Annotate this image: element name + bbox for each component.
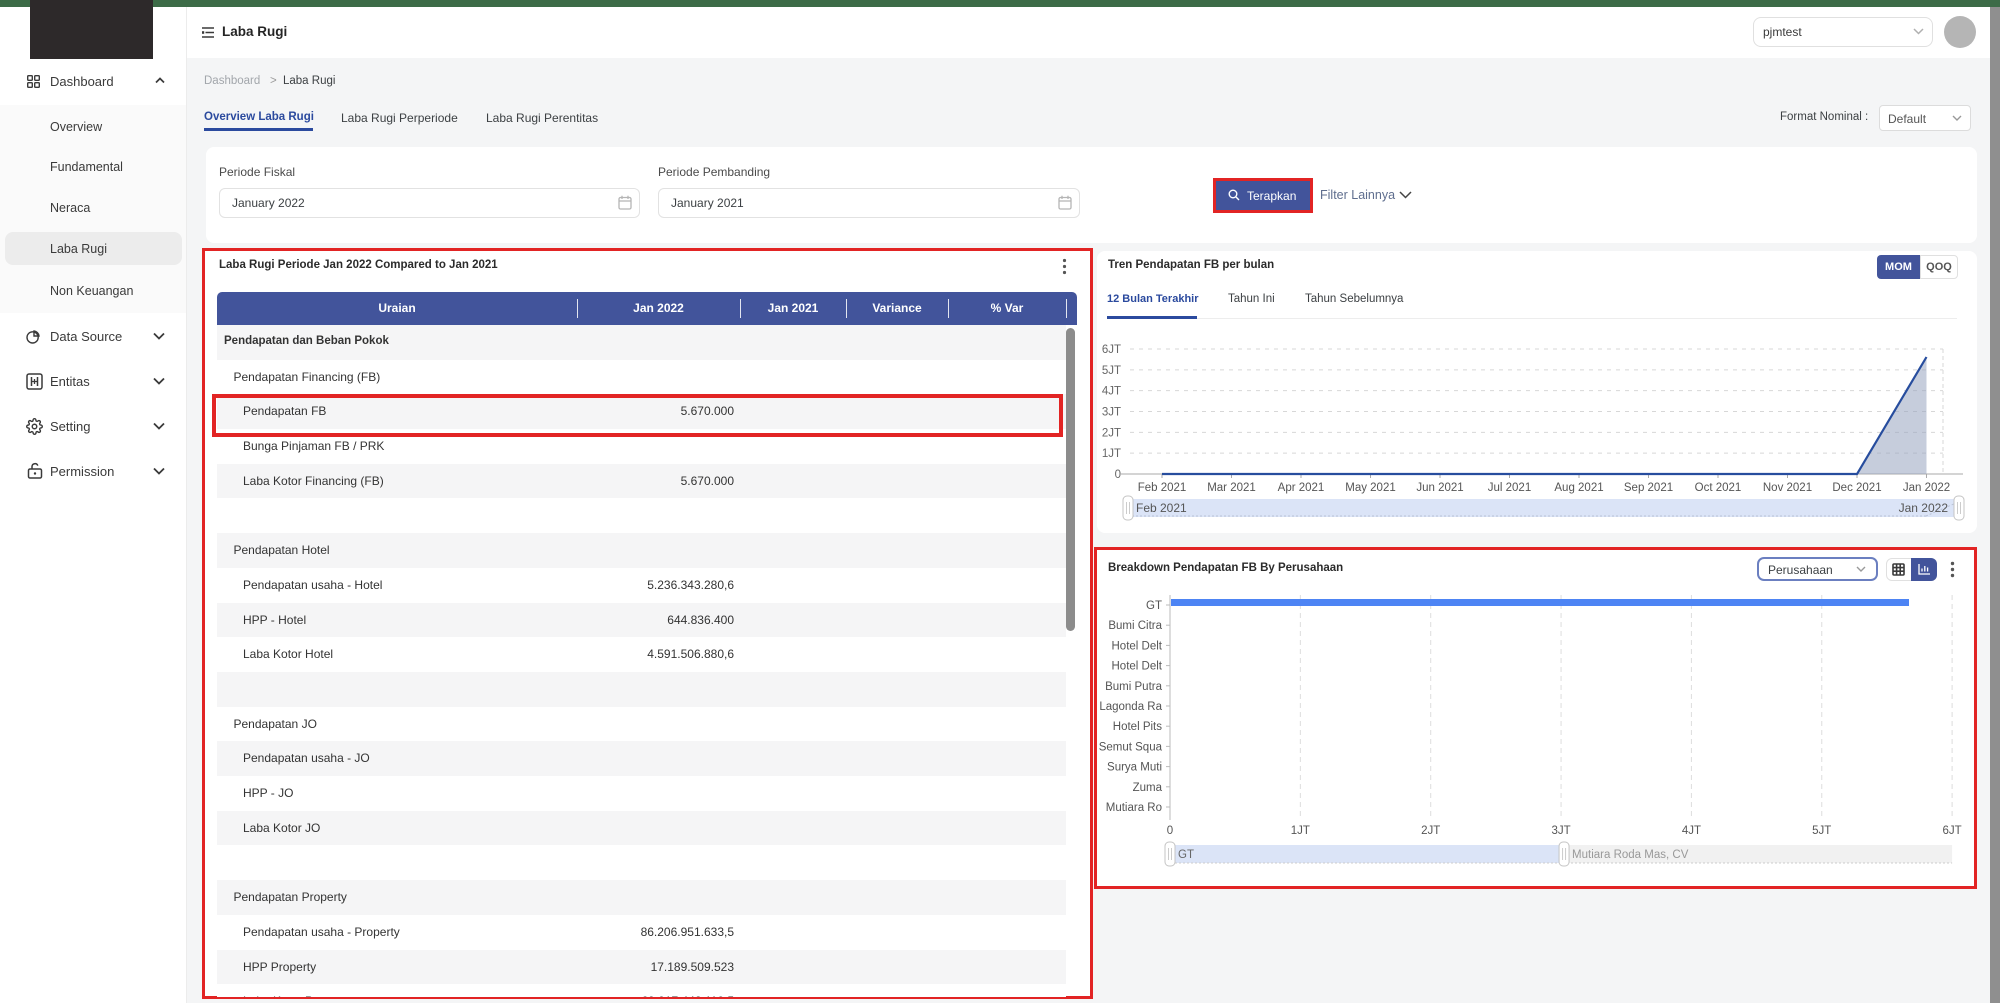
svg-text:Jun 2021: Jun 2021 (1416, 482, 1463, 494)
svg-text:Mutiara Roda Mas, CV: Mutiara Roda Mas, CV (1572, 849, 1689, 861)
svg-text:Dec 2021: Dec 2021 (1832, 482, 1881, 494)
svg-text:Lagonda Ra: Lagonda Ra (1099, 701, 1162, 713)
svg-text:6JT: 6JT (1943, 825, 1962, 837)
svg-text:Mar 2021: Mar 2021 (1207, 482, 1256, 494)
svg-text:1JT: 1JT (1102, 448, 1121, 460)
svg-text:3JT: 3JT (1551, 825, 1570, 837)
svg-text:Bumi Citra: Bumi Citra (1108, 620, 1162, 632)
svg-text:GT: GT (1178, 849, 1194, 861)
svg-text:Semut Squa: Semut Squa (1099, 741, 1163, 753)
svg-text:Apr 2021: Apr 2021 (1278, 482, 1325, 494)
svg-text:Surya Muti: Surya Muti (1107, 762, 1162, 774)
svg-text:Mutiara Ro: Mutiara Ro (1106, 802, 1162, 814)
svg-text:Jan 2022: Jan 2022 (1903, 482, 1950, 494)
svg-text:Jan 2022: Jan 2022 (1899, 501, 1949, 515)
svg-text:Oct 2021: Oct 2021 (1695, 482, 1742, 494)
svg-text:Bumi Putra: Bumi Putra (1105, 681, 1162, 693)
svg-text:Nov 2021: Nov 2021 (1763, 482, 1812, 494)
svg-text:2JT: 2JT (1102, 427, 1121, 439)
svg-text:GT: GT (1146, 600, 1162, 612)
svg-text:5JT: 5JT (1102, 365, 1121, 377)
svg-text:Hotel Delt: Hotel Delt (1112, 661, 1163, 673)
svg-text:Aug 2021: Aug 2021 (1554, 482, 1603, 494)
svg-text:Jul 2021: Jul 2021 (1488, 482, 1531, 494)
svg-text:5JT: 5JT (1812, 825, 1831, 837)
svg-text:4JT: 4JT (1682, 825, 1701, 837)
svg-text:4JT: 4JT (1102, 386, 1121, 398)
svg-text:3JT: 3JT (1102, 407, 1121, 419)
svg-text:May 2021: May 2021 (1345, 482, 1396, 494)
svg-text:Zuma: Zuma (1133, 782, 1163, 794)
svg-text:0: 0 (1167, 825, 1173, 837)
svg-text:2JT: 2JT (1421, 825, 1440, 837)
svg-text:Feb 2021: Feb 2021 (1136, 501, 1187, 515)
svg-text:Sep 2021: Sep 2021 (1624, 482, 1673, 494)
svg-text:6JT: 6JT (1102, 344, 1121, 356)
svg-text:Feb 2021: Feb 2021 (1138, 482, 1187, 494)
svg-text:1JT: 1JT (1291, 825, 1310, 837)
svg-text:Hotel Delt: Hotel Delt (1112, 640, 1163, 652)
svg-text:0: 0 (1115, 469, 1121, 481)
svg-text:Hotel Pits: Hotel Pits (1113, 721, 1162, 733)
